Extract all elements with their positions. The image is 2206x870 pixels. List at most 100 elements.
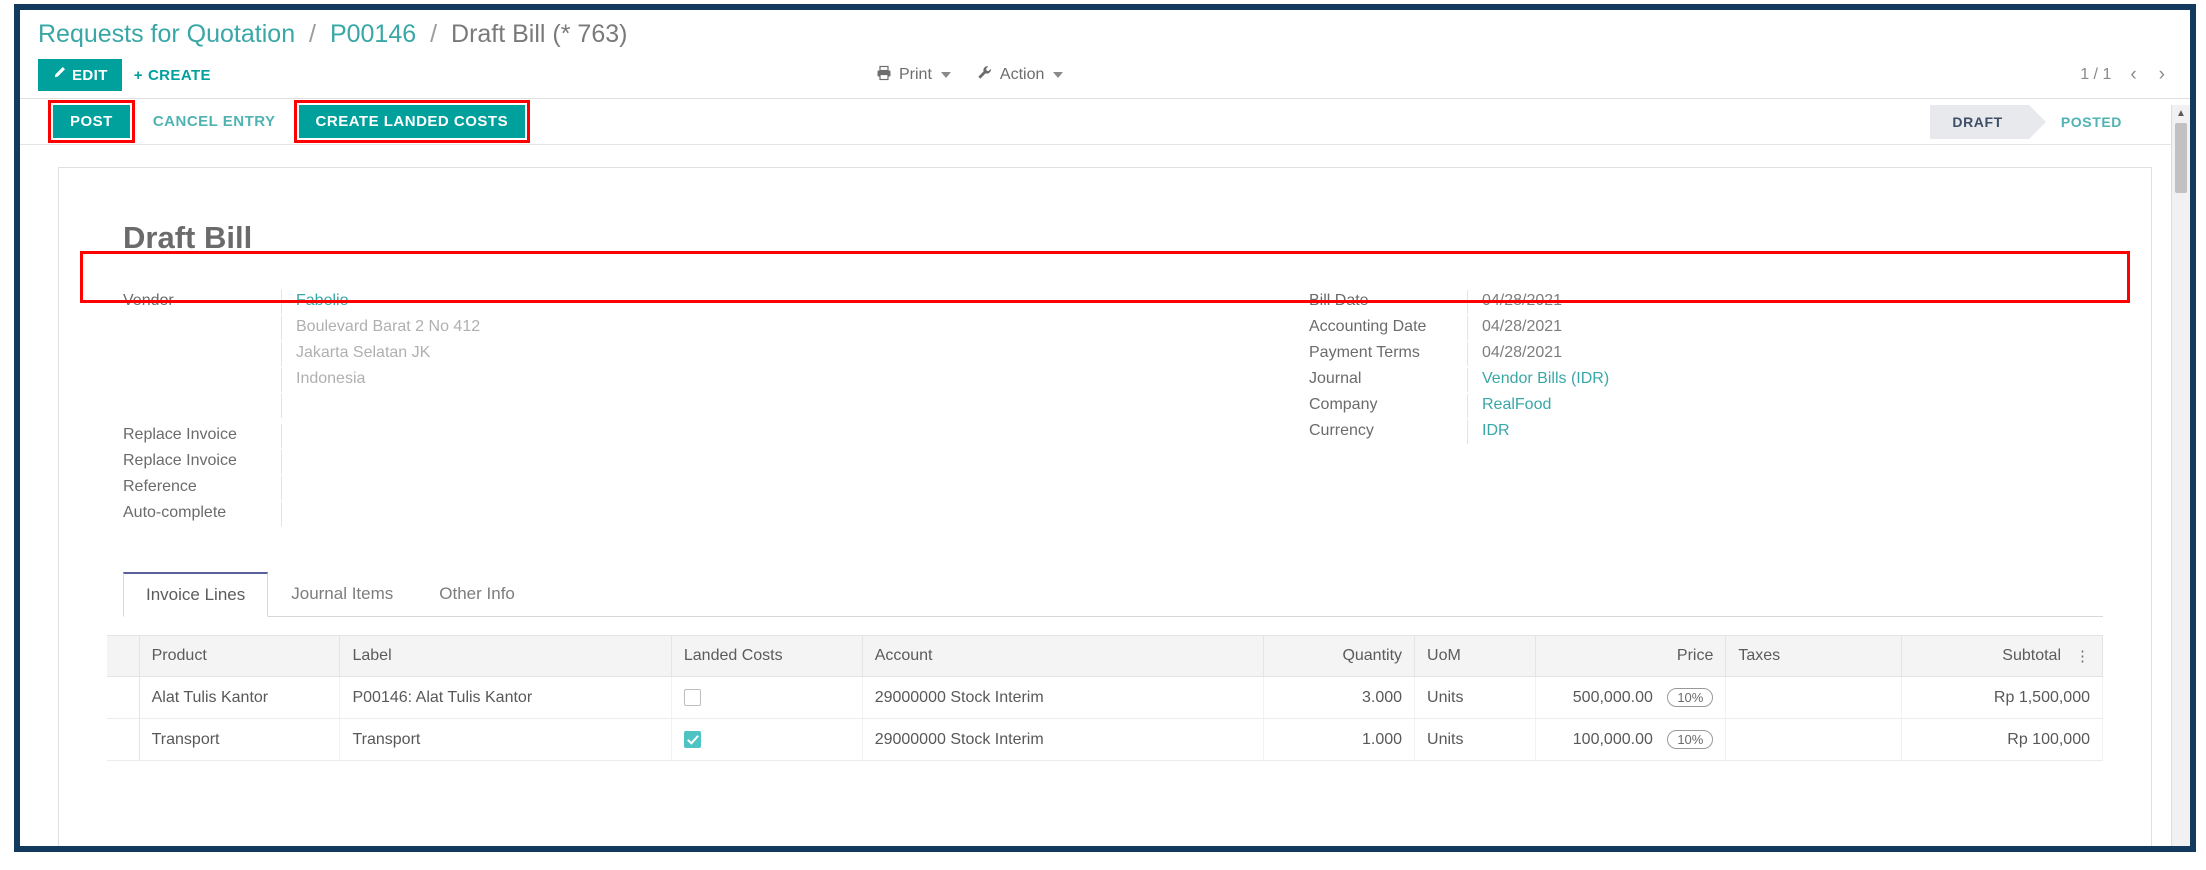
scroll-up-arrow-icon[interactable]: ▲ — [2172, 105, 2190, 122]
field-payment-terms: Payment Terms 04/28/2021 — [1293, 342, 2103, 368]
breadcrumb-separator-1: / — [309, 20, 316, 48]
post-button-annotation: POST — [48, 100, 135, 143]
edit-button[interactable]: EDIT — [38, 59, 122, 91]
column-header-account[interactable]: Account — [862, 635, 1265, 677]
landed-costs-checkbox[interactable] — [683, 730, 701, 748]
cell-quantity[interactable]: 3.000 — [1263, 676, 1416, 719]
tab-other-info[interactable]: Other Info — [416, 572, 538, 617]
vendor-address-line-3: Indonesia — [107, 368, 1105, 394]
create-landed-costs-button[interactable]: CREATE LANDED COSTS — [298, 105, 526, 138]
breadcrumb-root[interactable]: Requests for Quotation — [38, 20, 295, 48]
breadcrumb-separator-2: / — [430, 20, 438, 48]
field-vendor-label: Vendor — [123, 292, 174, 309]
browser-frame: Requests for Quotation / P00146 / Draft … — [14, 4, 2196, 852]
vertical-scrollbar[interactable]: ▲ — [2171, 105, 2190, 846]
vendor-address-line-3-label — [107, 368, 281, 372]
field-journal-value[interactable]: Vendor Bills (IDR) — [1467, 368, 2103, 392]
field-payment-terms-value[interactable]: 04/28/2021 — [1467, 342, 2103, 366]
field-vendor: Vendor Fabelio — [107, 290, 1105, 316]
row-drag-handle[interactable] — [107, 718, 140, 761]
cell-uom[interactable]: Units — [1414, 676, 1536, 719]
table-row[interactable]: Alat Tulis Kantor P00146: Alat Tulis Kan… — [107, 676, 2103, 719]
cell-taxes[interactable] — [1725, 676, 1903, 719]
vendor-address-line-1-value: Boulevard Barat 2 No 412 — [281, 316, 1105, 340]
cell-price[interactable]: 500,000.00 10% — [1535, 676, 1727, 719]
print-menu[interactable]: Print — [876, 65, 951, 86]
row-drag-handle[interactable] — [107, 676, 140, 719]
scrollbar-thumb[interactable] — [2175, 123, 2187, 193]
notebook-tabs: Invoice Lines Journal Items Other Info — [123, 572, 2103, 617]
field-replace-invoice-2-label: Replace Invoice — [123, 452, 237, 469]
tax-badge: 10% — [1667, 688, 1714, 707]
field-bill-date-value[interactable]: 04/28/2021 — [1467, 290, 2103, 314]
form-scroll-area: Draft Bill Vendor Fabelio Boulevard Bara… — [20, 145, 2190, 846]
field-bill-date: Bill Date 04/28/2021 — [1293, 290, 2103, 316]
column-header-label[interactable]: Label — [339, 635, 672, 677]
landed-costs-checkbox[interactable] — [683, 688, 701, 706]
cell-taxes[interactable] — [1725, 718, 1903, 761]
form-left-spacer-value — [281, 394, 1105, 418]
field-reference: Reference — [107, 476, 1105, 502]
cell-uom[interactable]: Units — [1414, 718, 1536, 761]
cell-landed-costs[interactable] — [671, 676, 863, 719]
cell-price[interactable]: 100,000.00 10% — [1535, 718, 1727, 761]
edit-button-label: EDIT — [72, 66, 108, 84]
tab-journal-items[interactable]: Journal Items — [268, 572, 416, 617]
column-header-product[interactable]: Product — [139, 635, 341, 677]
pager-previous-button[interactable]: ‹ — [2127, 64, 2139, 86]
cell-quantity[interactable]: 1.000 — [1263, 718, 1416, 761]
chevron-down-icon — [940, 72, 951, 78]
cell-label[interactable]: P00146: Alat Tulis Kantor — [339, 676, 672, 719]
cell-product[interactable]: Transport — [139, 718, 341, 761]
field-auto-complete-value[interactable] — [281, 502, 1105, 526]
form-fields-grid: Vendor Fabelio Boulevard Barat 2 No 412 … — [107, 290, 2103, 528]
column-header-uom[interactable]: UoM — [1414, 635, 1536, 677]
field-replace-invoice-2-value[interactable] — [281, 450, 1105, 474]
create-button[interactable]: + CREATE — [122, 60, 223, 91]
stage-posted[interactable]: POSTED — [2029, 105, 2148, 139]
form-left-spacer-label — [107, 394, 281, 398]
printer-icon — [876, 65, 892, 86]
field-auto-complete-label: Auto-complete — [123, 504, 227, 521]
field-auto-complete: Auto-complete — [107, 502, 1105, 528]
field-journal: Journal Vendor Bills (IDR) — [1293, 368, 2103, 394]
create-landed-costs-annotation: CREATE LANDED COSTS — [293, 100, 531, 143]
field-currency-label: Currency — [1309, 422, 1374, 439]
column-header-subtotal: Subtotal ⋮ — [1901, 635, 2103, 677]
breadcrumb-parent[interactable]: P00146 — [330, 20, 416, 48]
pager: 1 / 1 ‹ › — [2080, 64, 2168, 86]
table-row[interactable]: Transport Transport 29000000 Stock Inter… — [107, 718, 2103, 761]
column-header-landed-costs[interactable]: Landed Costs — [671, 635, 863, 677]
stage-draft[interactable]: DRAFT — [1930, 104, 2047, 139]
cell-price-value: 100,000.00 — [1572, 731, 1653, 748]
vendor-address-line-2-label — [107, 342, 281, 346]
cell-account[interactable]: 29000000 Stock Interim — [862, 676, 1265, 719]
field-vendor-value[interactable]: Fabelio — [281, 290, 1105, 314]
breadcrumb: Requests for Quotation / P00146 / Draft … — [20, 10, 2190, 52]
field-replace-invoice-1-label: Replace Invoice — [123, 426, 237, 443]
pager-value[interactable]: 1 / 1 — [2080, 66, 2111, 84]
vendor-address-line-1-label — [107, 316, 281, 320]
tab-invoice-lines[interactable]: Invoice Lines — [123, 572, 269, 617]
field-accounting-date-value[interactable]: 04/28/2021 — [1467, 316, 2103, 340]
field-currency-value[interactable]: IDR — [1467, 420, 2103, 444]
field-reference-value[interactable] — [281, 476, 1105, 500]
action-menu[interactable]: Action — [977, 65, 1064, 86]
column-header-taxes[interactable]: Taxes — [1725, 635, 1903, 677]
invoice-lines-body: Alat Tulis Kantor P00146: Alat Tulis Kan… — [107, 676, 2103, 761]
field-company-value[interactable]: RealFood — [1467, 394, 2103, 418]
cell-product[interactable]: Alat Tulis Kantor — [139, 676, 341, 719]
cell-label[interactable]: Transport — [339, 718, 672, 761]
cell-account[interactable]: 29000000 Stock Interim — [862, 718, 1265, 761]
pencil-icon — [52, 66, 66, 84]
chevron-down-icon — [1053, 72, 1064, 78]
column-header-quantity[interactable]: Quantity — [1263, 635, 1416, 677]
post-button[interactable]: POST — [53, 105, 130, 138]
cancel-entry-button[interactable]: CANCEL ENTRY — [135, 105, 294, 138]
optional-columns-icon[interactable]: ⋮ — [2061, 647, 2090, 665]
field-replace-invoice-1-value[interactable] — [281, 424, 1105, 448]
drag-handle-column-header — [107, 635, 140, 677]
pager-next-button[interactable]: › — [2156, 64, 2168, 86]
column-header-price[interactable]: Price — [1535, 635, 1727, 677]
cell-landed-costs[interactable] — [671, 718, 863, 761]
